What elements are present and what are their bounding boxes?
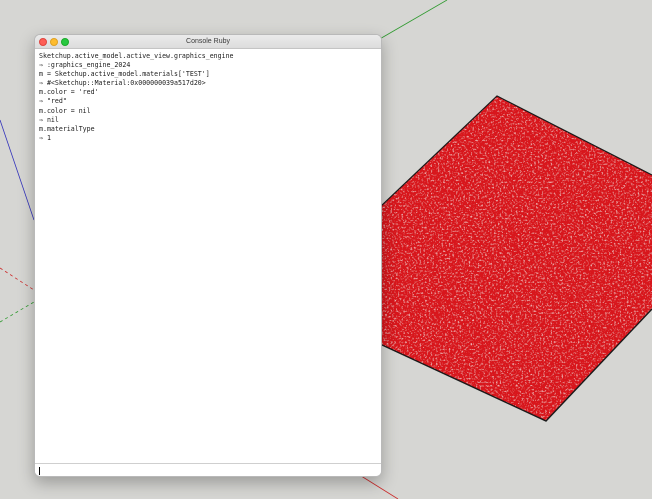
ruby-console-window: Console Ruby Sketchup.active_model.activ… — [34, 34, 382, 477]
output-line: m.color = nil — [39, 107, 377, 116]
textured-face[interactable] — [380, 96, 652, 421]
console-output[interactable]: Sketchup.active_model.active_view.graphi… — [35, 49, 381, 462]
red-axis-line — [358, 474, 398, 499]
console-input[interactable] — [35, 463, 381, 477]
green-axis-dashed-line — [0, 302, 34, 322]
output-line: Sketchup.active_model.active_view.graphi… — [39, 52, 377, 61]
red-axis-dashed-line — [0, 268, 34, 290]
output-line: ⇒ #<Sketchup::Material:0x000000039a517d2… — [39, 79, 377, 88]
output-line: m.color = 'red' — [39, 88, 377, 97]
text-cursor — [39, 467, 40, 475]
output-line: ⇒ :graphics_engine_2024 — [39, 61, 377, 70]
console-titlebar[interactable]: Console Ruby — [35, 35, 381, 49]
output-line: ⇒ "red" — [39, 97, 377, 106]
output-line: ⇒ 1 — [39, 134, 377, 143]
blue-axis-line — [0, 120, 34, 220]
console-title: Console Ruby — [35, 35, 381, 48]
output-line: m.materialType — [39, 125, 377, 134]
output-line: m = Sketchup.active_model.materials['TES… — [39, 70, 377, 79]
output-line: ⇒ nil — [39, 116, 377, 125]
green-axis-line — [378, 0, 447, 40]
